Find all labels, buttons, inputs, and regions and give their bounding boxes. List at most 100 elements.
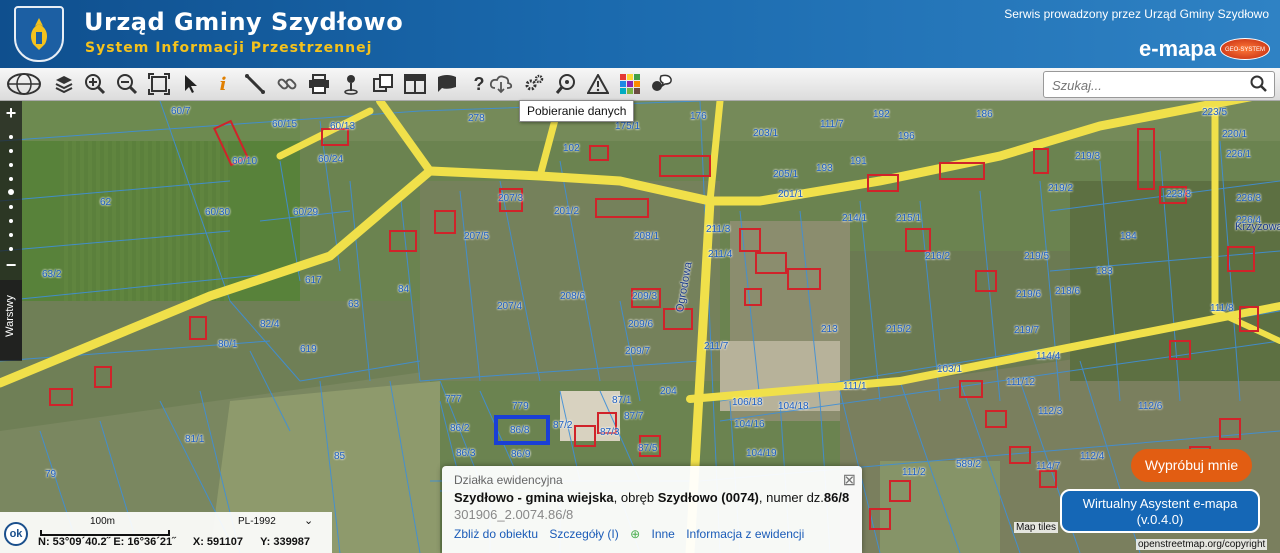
parcel-label: 60/13 bbox=[330, 121, 356, 132]
details-link[interactable]: Szczegóły (I) bbox=[549, 527, 618, 541]
assistant-label: Wirtualny Asystent e-mapa bbox=[1082, 496, 1238, 511]
warning-icon[interactable] bbox=[584, 70, 612, 98]
link-icon[interactable] bbox=[273, 70, 301, 98]
parcel-label: 104/18 bbox=[778, 401, 809, 412]
plus-circle-icon[interactable]: ⊕ bbox=[630, 527, 640, 541]
obreb-name: Szydłowo (0074) bbox=[657, 490, 759, 505]
parcel-label: 216/2 bbox=[925, 251, 951, 262]
app-title: Urząd Gminy Szydłowo bbox=[84, 8, 404, 36]
compare-icon[interactable] bbox=[369, 70, 397, 98]
parcel-label: 104/16 bbox=[734, 419, 765, 430]
y-readout: Y: 339987 bbox=[260, 536, 311, 548]
pin-icon[interactable] bbox=[337, 70, 365, 98]
layers-label: Warstwy bbox=[4, 295, 16, 337]
other-link[interactable]: Inne bbox=[652, 527, 675, 541]
parcel-label: 219/7 bbox=[1014, 325, 1040, 336]
parcel-label: 211/3 bbox=[706, 224, 731, 235]
parcel-info-popup: ⊠ Działka ewidencyjna Szydłowo - gmina w… bbox=[442, 466, 862, 553]
globe-icon[interactable] bbox=[4, 70, 44, 98]
zoom-level-dot[interactable] bbox=[9, 247, 13, 251]
toolbar: i ? bbox=[0, 68, 1280, 101]
zoom-in-icon[interactable] bbox=[81, 70, 109, 98]
parcel-label: 201/2 bbox=[554, 206, 580, 217]
search-box[interactable] bbox=[1043, 71, 1275, 98]
zoom-level-dot[interactable] bbox=[9, 219, 13, 223]
parcel-label: 60/15 bbox=[272, 119, 298, 130]
parcel-label: 111/2 bbox=[902, 467, 926, 478]
full-extent-icon[interactable] bbox=[145, 70, 173, 98]
coordinate-readout: N: 53°09´40.2˝ E: 16°36´21˝ X: 591107 Y:… bbox=[38, 536, 310, 548]
parcel-label: 86/9 bbox=[511, 449, 531, 460]
app-subtitle: System Informacji Przestrzennej bbox=[85, 40, 373, 56]
parcel-label: 192 bbox=[873, 109, 890, 120]
try-me-button[interactable]: Wypróbuj mnie bbox=[1131, 449, 1252, 482]
parcel-label: 86/3 bbox=[456, 448, 476, 459]
virtual-assistant-button[interactable]: Wirtualny Asystent e-mapa (v.0.4.0) bbox=[1060, 489, 1260, 533]
zoom-out-icon[interactable] bbox=[113, 70, 141, 98]
parcel-label: 203/1 bbox=[753, 128, 779, 139]
parcel-label: 87/3 bbox=[600, 427, 620, 438]
gmina-name: Szydłowo - gmina wiejska bbox=[454, 490, 614, 505]
ok-button[interactable]: ok bbox=[4, 522, 28, 546]
parcel-label: 112/3 bbox=[1038, 406, 1063, 417]
zoom-level-current[interactable] bbox=[8, 189, 14, 195]
layout-icon[interactable] bbox=[401, 70, 429, 98]
registry-info-link[interactable]: Informacja z ewidencji bbox=[686, 527, 804, 541]
parcel-label: 80/1 bbox=[218, 339, 238, 350]
parcel-label: 218/6 bbox=[1055, 286, 1081, 297]
parcel-label: 60/30 bbox=[205, 207, 231, 218]
parcel-label: 184 bbox=[1120, 231, 1137, 242]
parcel-label: 62 bbox=[100, 197, 112, 208]
comment-icon[interactable] bbox=[433, 70, 461, 98]
parcel-label: 219/6 bbox=[1016, 289, 1042, 300]
parcel-label: 201/1 bbox=[778, 189, 804, 200]
color-grid-icon[interactable] bbox=[616, 70, 644, 98]
search-input[interactable] bbox=[1052, 76, 1242, 94]
layers-icon[interactable] bbox=[50, 70, 78, 98]
chat-bubbles-icon[interactable] bbox=[648, 70, 676, 98]
parcel-label: 111/8 bbox=[1210, 303, 1234, 314]
zoom-level-dot[interactable] bbox=[9, 163, 13, 167]
settings-icon[interactable] bbox=[520, 70, 548, 98]
chevron-down-icon[interactable]: ⌄ bbox=[304, 514, 313, 527]
close-icon[interactable]: ⊠ bbox=[843, 470, 856, 490]
parcel-label: 87/7 bbox=[624, 411, 644, 422]
zoom-to-object-link[interactable]: Zbliż do obiektu bbox=[454, 527, 538, 541]
parcel-label: 278 bbox=[468, 113, 485, 124]
parcel-label: 112/6 bbox=[1138, 401, 1163, 412]
osm-attribution-link[interactable]: openstreetmap.org/copyright bbox=[1136, 539, 1268, 550]
measure-icon[interactable] bbox=[241, 70, 269, 98]
zoom-level-dot[interactable] bbox=[9, 135, 13, 139]
cloud-download-icon[interactable] bbox=[487, 70, 515, 98]
search-map-icon[interactable] bbox=[552, 70, 580, 98]
pointer-icon[interactable] bbox=[177, 70, 205, 98]
info-icon[interactable]: i bbox=[209, 70, 237, 98]
zoom-level-dot[interactable] bbox=[9, 205, 13, 209]
zoom-level-dot[interactable] bbox=[9, 149, 13, 153]
projection-select[interactable]: PL-1992 bbox=[238, 516, 276, 527]
parcel-label: 111/12 bbox=[1006, 377, 1036, 388]
parcel-label: 214/1 bbox=[842, 213, 868, 224]
assistant-version: (v.0.4.0) bbox=[1136, 512, 1184, 527]
lat-lon-readout: N: 53°09´40.2˝ E: 16°36´21˝ bbox=[38, 536, 176, 548]
parcel-label: 111/1 bbox=[843, 381, 867, 392]
parcel-label: 175/1 bbox=[615, 121, 641, 132]
parcel-label: 215/1 bbox=[896, 213, 922, 224]
parcel-identifier: 301906_2.0074.86/8 bbox=[454, 507, 574, 522]
parcel-label: 102 bbox=[563, 143, 580, 154]
parcel-label: 226/3 bbox=[1236, 193, 1262, 204]
zoom-in-button[interactable]: + bbox=[0, 103, 22, 124]
parcel-label: 207/4 bbox=[497, 301, 523, 312]
zoom-level-dot[interactable] bbox=[9, 233, 13, 237]
scale-label: 100m bbox=[90, 516, 116, 527]
search-icon[interactable] bbox=[1250, 75, 1268, 98]
print-icon[interactable] bbox=[305, 70, 333, 98]
parcel-label: 207/5 bbox=[464, 231, 490, 242]
parcel-label: 191 bbox=[850, 156, 867, 167]
zoom-out-button[interactable]: − bbox=[0, 255, 22, 276]
zoom-level-dot[interactable] bbox=[9, 177, 13, 181]
geo-system-logo: GEO-SYSTEM bbox=[1220, 38, 1270, 60]
parcel-label: 208/1 bbox=[634, 231, 660, 242]
layers-panel-toggle[interactable]: Warstwy bbox=[0, 280, 22, 360]
parcel-label: 186 bbox=[976, 109, 993, 120]
